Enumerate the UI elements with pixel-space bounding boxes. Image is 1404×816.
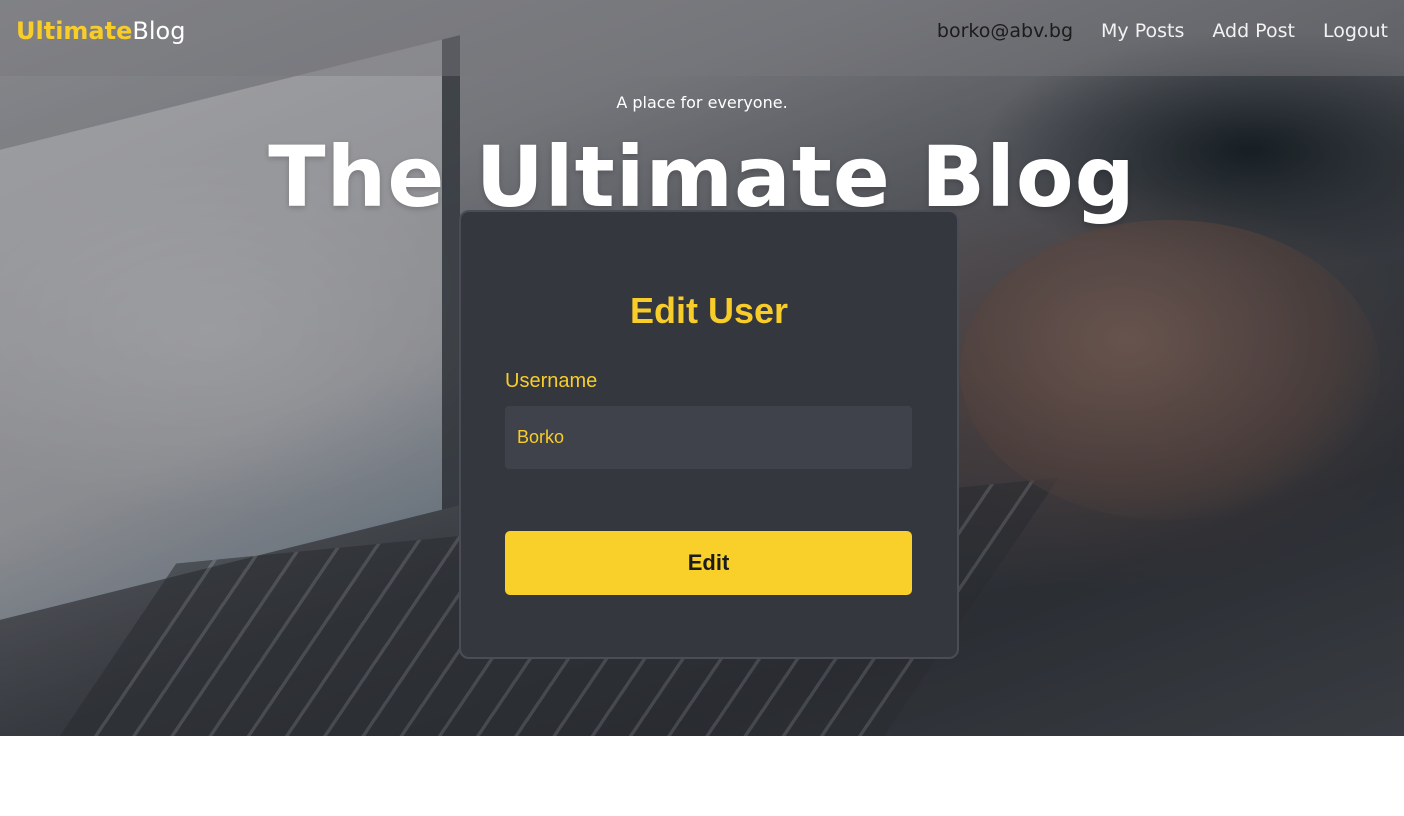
brand-accent: Ultimate xyxy=(16,17,133,45)
navbar: UltimateBlog borko@abv.bg My Posts Add P… xyxy=(0,0,1404,76)
page-footer-space xyxy=(0,736,1404,816)
form-title: Edit User xyxy=(629,290,789,331)
nav-add-post-link[interactable]: Add Post xyxy=(1212,20,1295,42)
hero-background: UltimateBlog borko@abv.bg My Posts Add P… xyxy=(0,0,1404,736)
hero-tagline: A place for everyone. xyxy=(616,93,788,112)
edit-user-form: Edit User Username Edit xyxy=(459,210,959,659)
edit-submit-button[interactable]: Edit xyxy=(505,531,912,595)
username-input[interactable] xyxy=(505,406,912,469)
username-label: Username xyxy=(505,370,598,392)
brand-logo-link[interactable]: UltimateBlog xyxy=(16,17,185,45)
nav-logout-link[interactable]: Logout xyxy=(1323,20,1388,42)
brand-rest: Blog xyxy=(132,17,186,45)
nav-my-posts-link[interactable]: My Posts xyxy=(1101,20,1184,42)
nav-links: borko@abv.bg My Posts Add Post Logout xyxy=(937,20,1388,42)
user-email: borko@abv.bg xyxy=(936,20,1074,42)
